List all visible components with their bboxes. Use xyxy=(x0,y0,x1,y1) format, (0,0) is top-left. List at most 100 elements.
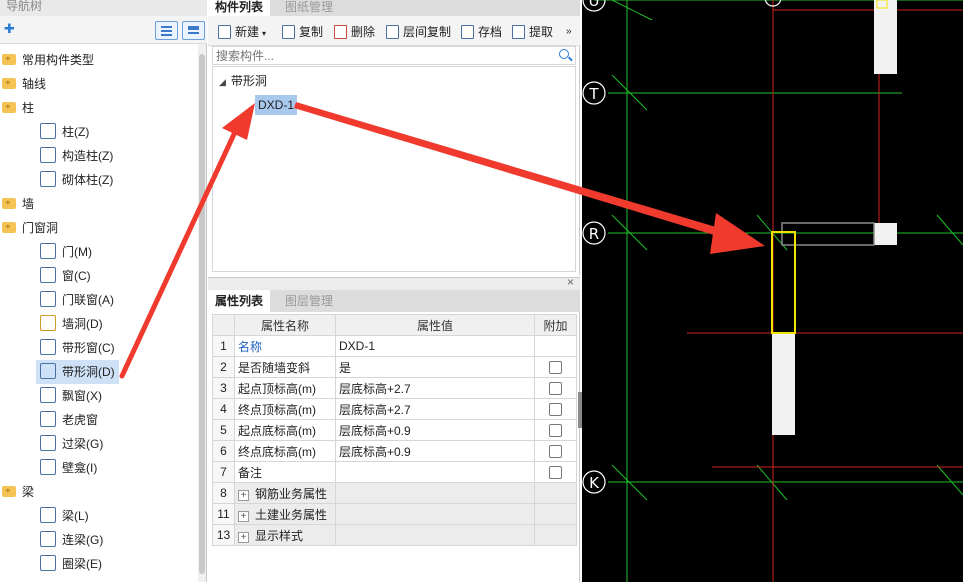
nav-item-label: 带形窗(C) xyxy=(62,341,115,355)
property-value[interactable]: DXD-1 xyxy=(335,335,535,357)
property-group-row[interactable]: 11 + 土建业务属性 xyxy=(212,503,577,525)
nav-item-column[interactable]: 柱(Z) xyxy=(40,120,89,144)
property-row[interactable]: 1 名称 DXD-1 xyxy=(212,335,577,357)
nav-item-bay-window[interactable]: 飘窗(X) xyxy=(40,384,102,408)
expand-icon[interactable]: + xyxy=(238,531,249,543)
attach-checkbox[interactable] xyxy=(549,382,562,396)
attach-checkbox[interactable] xyxy=(549,466,562,480)
add-icon[interactable]: ✚ xyxy=(4,22,20,36)
axis-label-t: T xyxy=(588,85,599,103)
nav-item-ring-beam[interactable]: 圈梁(E) xyxy=(40,552,102,576)
nav-group-openings[interactable]: 门窗洞 xyxy=(0,216,58,240)
attach-checkbox[interactable] xyxy=(549,361,562,375)
attach-cell xyxy=(534,398,577,420)
property-row[interactable]: 6 终点底标高(m) 层底标高+0.9 xyxy=(212,440,577,462)
selected-strip-hole[interactable] xyxy=(771,231,796,334)
nav-scrollbar[interactable] xyxy=(198,44,206,582)
property-value[interactable]: 是 xyxy=(335,356,535,378)
nav-toolbar: ✚ xyxy=(0,16,207,44)
nav-item-window[interactable]: 窗(C) xyxy=(40,264,91,288)
nav-item-wall-hole[interactable]: 墙洞(D) xyxy=(40,312,103,336)
component-search xyxy=(212,46,576,65)
property-value[interactable] xyxy=(335,461,535,483)
nav-item-label: 门联窗(A) xyxy=(62,293,114,307)
nav-group-beam[interactable]: 梁 xyxy=(0,480,34,504)
card-view-icon[interactable] xyxy=(182,21,205,40)
close-icon[interactable]: × xyxy=(567,275,574,289)
tree-node-strip-hole[interactable]: ◢ 带形洞 xyxy=(219,73,267,90)
new-button[interactable]: 新建 ▾ xyxy=(218,23,266,41)
property-name: 终点顶标高(m) xyxy=(234,398,336,420)
attach-cell xyxy=(534,440,577,462)
nav-group-label: 墙 xyxy=(22,197,35,211)
nav-item-coupling-beam[interactable]: 连梁(G) xyxy=(40,528,103,552)
search-icon[interactable] xyxy=(559,49,569,59)
property-name: 备注 xyxy=(234,461,336,483)
property-row[interactable]: 2 是否随墙变斜 是 xyxy=(212,356,577,378)
attach-checkbox[interactable] xyxy=(549,424,562,438)
property-group-row[interactable]: 8 + 钢筋业务属性 xyxy=(212,482,577,504)
nav-item-label: 圈梁(E) xyxy=(62,557,102,571)
attach-checkbox[interactable] xyxy=(549,445,562,459)
structural-column-icon xyxy=(40,147,56,163)
property-row[interactable]: 5 起点底标高(m) 层底标高+0.9 xyxy=(212,419,577,441)
column-block xyxy=(874,223,897,245)
cad-drawing-canvas[interactable]: U T R K xyxy=(582,0,963,582)
row-number: 3 xyxy=(212,377,235,399)
expand-icon[interactable]: + xyxy=(238,510,249,522)
property-group-row[interactable]: 13 + 显示样式 xyxy=(212,524,577,546)
save-button-label: 存档 xyxy=(478,25,503,39)
delete-button[interactable]: 删除 xyxy=(334,23,375,41)
tab-drawing-management[interactable]: 图纸管理 xyxy=(278,0,340,16)
property-row[interactable]: 7 备注 xyxy=(212,461,577,483)
property-value[interactable]: 层底标高+0.9 xyxy=(335,440,535,462)
property-table-header: 属性名称 属性值 附加 xyxy=(212,314,577,336)
more-button[interactable]: » xyxy=(566,23,572,41)
bay-window-icon xyxy=(40,387,56,403)
extract-icon xyxy=(512,25,525,39)
coupling-beam-icon xyxy=(40,531,56,547)
copy-button[interactable]: 复制 xyxy=(282,23,323,41)
nav-item-beam[interactable]: 梁(L) xyxy=(40,504,89,528)
tab-layer-management[interactable]: 图层管理 xyxy=(278,290,340,312)
nav-scrollbar-thumb[interactable] xyxy=(199,54,205,574)
property-value[interactable]: 层底标高+0.9 xyxy=(335,419,535,441)
folder-icon xyxy=(2,216,16,240)
nav-item-label: 墙洞(D) xyxy=(62,317,103,331)
nav-group-wall[interactable]: 墙 xyxy=(0,192,34,216)
expand-icon[interactable]: + xyxy=(238,489,249,501)
row-number: 6 xyxy=(212,440,235,462)
nav-item-label: 窗(C) xyxy=(62,269,91,283)
nav-item-door-window[interactable]: 门联窗(A) xyxy=(40,288,114,312)
nav-item-dormer[interactable]: 老虎窗 xyxy=(40,408,98,432)
nav-item-niche[interactable]: 壁龛(I) xyxy=(40,456,97,480)
nav-item-door[interactable]: 门(M) xyxy=(40,240,92,264)
extract-button[interactable]: 提取 xyxy=(512,23,553,41)
property-value[interactable]: 层底标高+2.7 xyxy=(335,398,535,420)
collapse-caret-icon[interactable]: ◢ xyxy=(219,77,226,87)
component-search-input[interactable] xyxy=(213,47,543,64)
tab-property-list[interactable]: 属性列表 xyxy=(208,290,271,312)
save-button[interactable]: 存档 xyxy=(461,23,502,41)
strip-window-icon xyxy=(40,339,56,355)
attach-checkbox[interactable] xyxy=(549,403,562,417)
nav-group-common[interactable]: 常用构件类型 xyxy=(0,48,94,72)
tree-node-dxd-1[interactable]: DXD-1 xyxy=(255,95,298,115)
property-value[interactable]: 层底标高+2.7 xyxy=(335,377,535,399)
nav-item-strip-window[interactable]: 带形窗(C) xyxy=(40,336,115,360)
property-row[interactable]: 3 起点顶标高(m) 层底标高+2.7 xyxy=(212,377,577,399)
nav-item-lintel[interactable]: 过梁(G) xyxy=(40,432,103,456)
nav-item-masonry-column[interactable]: 砌体柱(Z) xyxy=(40,168,113,192)
tab-component-list[interactable]: 构件列表 xyxy=(208,0,271,16)
nav-group-column[interactable]: 柱 xyxy=(0,96,34,120)
nav-item-strip-hole[interactable]: 带形洞(D) xyxy=(36,360,119,384)
strip-hole-icon xyxy=(40,363,56,379)
floor-copy-button[interactable]: 层间复制 xyxy=(386,23,451,41)
nav-item-structural-column[interactable]: 构造柱(Z) xyxy=(40,144,113,168)
nav-group-axis[interactable]: 轴线 xyxy=(0,72,46,96)
list-view-icon[interactable] xyxy=(155,21,178,40)
attach-cell xyxy=(534,503,577,525)
nav-group-label: 轴线 xyxy=(22,77,47,91)
beam-icon xyxy=(40,507,56,523)
property-row[interactable]: 4 终点顶标高(m) 层底标高+2.7 xyxy=(212,398,577,420)
